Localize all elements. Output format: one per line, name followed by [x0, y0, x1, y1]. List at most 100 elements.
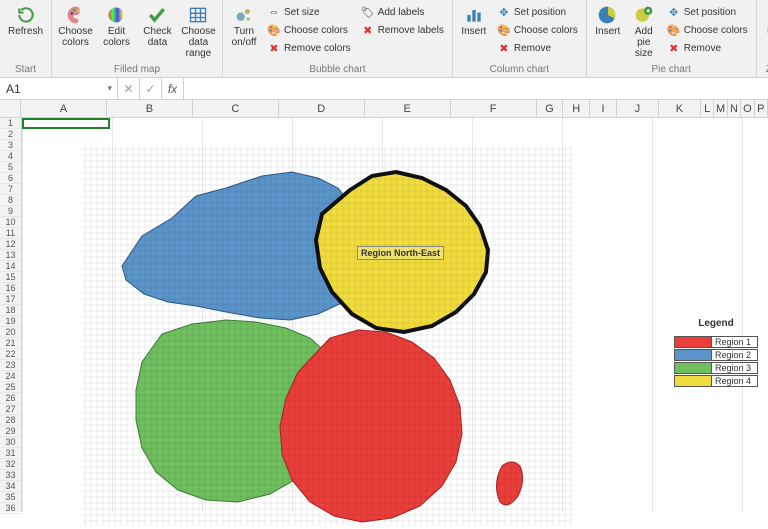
- row-header-1[interactable]: 1: [0, 118, 21, 129]
- zip-draw-button[interactable]: ✎Draw: [761, 39, 768, 57]
- formula-bar: A1 ✕ ✓ fx: [0, 78, 768, 100]
- column-header-D[interactable]: D: [279, 100, 365, 117]
- zip-insert-button[interactable]: ⊞Insert: [761, 3, 768, 21]
- map-corsica[interactable]: [496, 462, 522, 505]
- row-header-32[interactable]: 32: [0, 459, 21, 470]
- pie-remove-button[interactable]: ✖Remove: [663, 39, 752, 57]
- row-header-25[interactable]: 25: [0, 382, 21, 393]
- map-object[interactable]: Region North-East: [82, 146, 572, 526]
- bubble-toggle-label: Turn on/off: [231, 26, 257, 48]
- edit-colors-button[interactable]: Edit colors: [97, 2, 136, 51]
- pie-insert-button[interactable]: Insert: [591, 2, 625, 40]
- column-headers: ABCDEFGHIJKLMNOP: [0, 100, 768, 118]
- map-region-label: Region North-East: [357, 246, 444, 260]
- group-column-chart: Insert ✥Set position 🎨Choose colors ✖Rem…: [453, 0, 587, 77]
- formula-input[interactable]: [184, 78, 768, 99]
- row-header-6[interactable]: 6: [0, 173, 21, 184]
- row-header-11[interactable]: 11: [0, 228, 21, 239]
- column-header-B[interactable]: B: [107, 100, 193, 117]
- row-header-20[interactable]: 20: [0, 327, 21, 338]
- row-header-7[interactable]: 7: [0, 184, 21, 195]
- column-header-N[interactable]: N: [728, 100, 741, 117]
- bubble-add-labels-button[interactable]: 🏷Add labels: [357, 3, 448, 21]
- column-header-O[interactable]: O: [741, 100, 754, 117]
- row-header-17[interactable]: 17: [0, 294, 21, 305]
- row-header-34[interactable]: 34: [0, 481, 21, 492]
- cell-grid[interactable]: Region North-East Legend Region 1Region …: [22, 118, 768, 512]
- choose-data-range-button[interactable]: Choose data range: [179, 2, 218, 62]
- row-header-27[interactable]: 27: [0, 404, 21, 415]
- bubble-remove-colors-button[interactable]: ✖Remove colors: [263, 39, 355, 57]
- row-header-33[interactable]: 33: [0, 470, 21, 481]
- bubble-set-size-button[interactable]: ⇔Set size: [263, 3, 355, 21]
- column-header-F[interactable]: F: [451, 100, 537, 117]
- row-header-23[interactable]: 23: [0, 360, 21, 371]
- column-insert-button[interactable]: Insert: [457, 2, 491, 40]
- row-header-14[interactable]: 14: [0, 261, 21, 272]
- row-header-21[interactable]: 21: [0, 338, 21, 349]
- select-all-corner[interactable]: [0, 100, 21, 117]
- column-header-H[interactable]: H: [563, 100, 590, 117]
- bubble-remove-labels-button[interactable]: ✖Remove labels: [357, 21, 448, 39]
- row-header-15[interactable]: 15: [0, 272, 21, 283]
- column-set-position-button[interactable]: ✥Set position: [493, 3, 582, 21]
- column-header-M[interactable]: M: [714, 100, 727, 117]
- pie-set-position-button[interactable]: ✥Set position: [663, 3, 752, 21]
- column-header-G[interactable]: G: [537, 100, 564, 117]
- pie-add-size-button[interactable]: Add pie size: [627, 2, 661, 62]
- row-header-10[interactable]: 10: [0, 217, 21, 228]
- row-header-31[interactable]: 31: [0, 448, 21, 459]
- bubble-toggle-button[interactable]: Turn on/off: [227, 2, 261, 51]
- color-wheel-icon: [106, 5, 126, 25]
- row-header-29[interactable]: 29: [0, 426, 21, 437]
- row-header-13[interactable]: 13: [0, 250, 21, 261]
- row-header-4[interactable]: 4: [0, 151, 21, 162]
- row-header-28[interactable]: 28: [0, 415, 21, 426]
- pie-choose-colors-button[interactable]: 🎨Choose colors: [663, 21, 752, 39]
- column-header-J[interactable]: J: [617, 100, 659, 117]
- row-header-18[interactable]: 18: [0, 305, 21, 316]
- column-header-E[interactable]: E: [365, 100, 451, 117]
- check-data-button[interactable]: Check data: [138, 2, 177, 51]
- refresh-button[interactable]: Refresh: [4, 2, 47, 40]
- column-header-L[interactable]: L: [701, 100, 714, 117]
- fx-button[interactable]: fx: [162, 78, 184, 99]
- column-header-I[interactable]: I: [590, 100, 617, 117]
- bubble-choose-colors-button[interactable]: 🎨Choose colors: [263, 21, 355, 39]
- name-box[interactable]: A1: [0, 78, 118, 99]
- active-cell[interactable]: [22, 118, 110, 129]
- row-header-24[interactable]: 24: [0, 371, 21, 382]
- row-header-35[interactable]: 35: [0, 492, 21, 503]
- row-header-2[interactable]: 2: [0, 129, 21, 140]
- group-filled-map-label: Filled map: [114, 64, 160, 77]
- france-map: [82, 146, 572, 526]
- group-pie-chart: Insert Add pie size ✥Set position 🎨Choos…: [587, 0, 757, 77]
- legend-item-4: Region 4: [674, 374, 758, 387]
- column-header-K[interactable]: K: [659, 100, 701, 117]
- row-header-19[interactable]: 19: [0, 316, 21, 327]
- cancel-formula-button[interactable]: ✕: [118, 78, 140, 99]
- row-header-22[interactable]: 22: [0, 349, 21, 360]
- choose-colors-button[interactable]: Choose colors: [56, 2, 95, 51]
- row-header-36[interactable]: 36: [0, 503, 21, 514]
- row-header-30[interactable]: 30: [0, 437, 21, 448]
- row-header-16[interactable]: 16: [0, 283, 21, 294]
- row-header-12[interactable]: 12: [0, 239, 21, 250]
- legend-text: Region 2: [712, 349, 758, 361]
- row-header-9[interactable]: 9: [0, 206, 21, 217]
- column-choose-colors-button[interactable]: 🎨Choose colors: [493, 21, 582, 39]
- confirm-formula-button[interactable]: ✓: [140, 78, 162, 99]
- column-header-A[interactable]: A: [21, 100, 107, 117]
- row-header-5[interactable]: 5: [0, 162, 21, 173]
- pie-add-icon: [634, 5, 654, 25]
- row-header-26[interactable]: 26: [0, 393, 21, 404]
- column-header-P[interactable]: P: [755, 100, 768, 117]
- row-header-3[interactable]: 3: [0, 140, 21, 151]
- legend-text: Region 4: [712, 375, 758, 387]
- column-insert-label: Insert: [461, 26, 486, 37]
- column-header-C[interactable]: C: [193, 100, 279, 117]
- column-remove-button[interactable]: ✖Remove: [493, 39, 582, 57]
- colors-icon: 🎨: [267, 23, 281, 37]
- zip-assign-button[interactable]: ↦Assign: [761, 21, 768, 39]
- row-header-8[interactable]: 8: [0, 195, 21, 206]
